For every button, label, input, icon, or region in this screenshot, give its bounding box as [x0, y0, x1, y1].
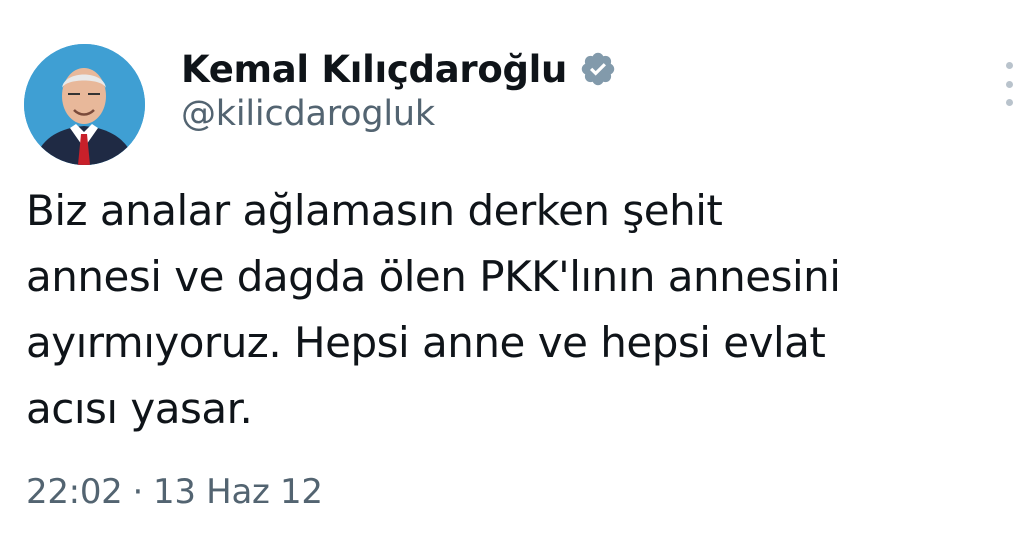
author-name[interactable]: Kemal Kılıçdaroğlu	[181, 48, 567, 91]
tweet-text-line: Biz analar ağlamasın derken şehit	[26, 186, 723, 235]
tweet-text-line: ayırmıyoruz. Hepsi anne ve hepsi evlat	[26, 318, 826, 367]
more-dot	[1005, 80, 1013, 88]
avatar[interactable]	[24, 44, 145, 165]
author-handle[interactable]: @kilicdarogluk	[181, 94, 435, 134]
verified-badge-icon	[579, 50, 617, 88]
timestamp-separator: ·	[132, 472, 143, 512]
more-dot	[1005, 62, 1013, 69]
more-options-icon[interactable]	[996, 62, 1022, 106]
tweet-timestamp[interactable]: 22:02 · 13 Haz 12	[26, 472, 323, 512]
more-dot	[1005, 99, 1013, 106]
tweet-text-line: acısı yasar.	[26, 384, 253, 433]
tweet-text-line: annesi ve dagda ölen PKK'lının annesini	[26, 252, 841, 301]
tweet-time: 22:02	[26, 472, 123, 512]
author-row: Kemal Kılıçdaroğlu	[181, 44, 617, 94]
profile-photo	[24, 44, 145, 165]
tweet-date: 13 Haz 12	[153, 472, 323, 512]
tweet-text: Biz analar ağlamasın derken şehit annesi…	[26, 178, 1026, 442]
